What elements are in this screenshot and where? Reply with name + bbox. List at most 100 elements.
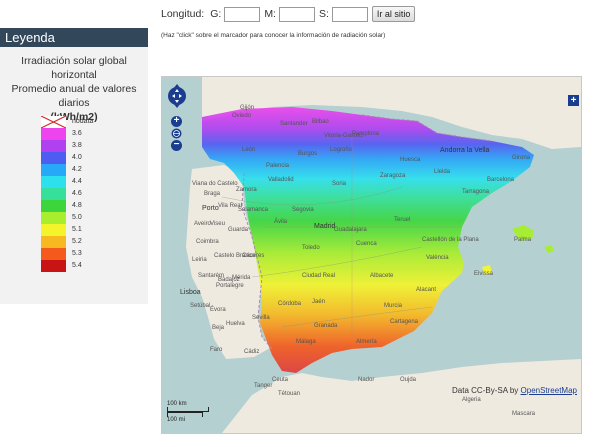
- city-label: Ávila: [274, 219, 288, 225]
- city-label: Palma: [514, 237, 532, 243]
- legend-description-line3: diarios: [58, 97, 90, 109]
- legend-row: 5.0: [41, 212, 93, 224]
- city-label: Albacete: [370, 273, 394, 279]
- legend-swatch: [41, 140, 66, 152]
- zoom-world-icon[interactable]: [171, 128, 182, 139]
- city-label: Eivissa: [474, 271, 494, 277]
- city-label: Setúbal: [190, 303, 211, 309]
- legend-swatch: [41, 152, 66, 164]
- city-label: Ciudad Real: [302, 273, 336, 279]
- city-label: Guarda: [228, 227, 249, 233]
- openstreetmap-link[interactable]: OpenStreetMap: [521, 386, 577, 395]
- city-label: Zamora: [236, 187, 257, 193]
- legend-row: 5.4: [41, 260, 93, 272]
- map-scale-bar: 100 km 100 mi: [167, 401, 209, 423]
- legend-swatch: [41, 176, 66, 188]
- legend-value-label: 3.8: [72, 142, 82, 149]
- city-label: Cartagena: [390, 319, 419, 325]
- city-label: Oviedo: [232, 113, 252, 119]
- nodata-cross-icon: [41, 116, 66, 128]
- city-label: Segovia: [292, 207, 314, 213]
- legend-value-label: 4.2: [72, 166, 82, 173]
- legend-row: 5.2: [41, 236, 93, 248]
- city-label: Viana do Castelo: [192, 181, 238, 187]
- scale-mi-label: 100 mi: [167, 417, 186, 423]
- legend-row: 5.3: [41, 248, 93, 260]
- city-label: Sevilla: [252, 315, 270, 321]
- city-label: Tétouan: [278, 391, 301, 397]
- city-label: Andorra la Vella: [440, 147, 490, 154]
- legend-value-label: 5.1: [72, 226, 82, 233]
- seconds-label: S:: [318, 8, 329, 20]
- city-label: Ceuta: [272, 377, 289, 383]
- legend-value-label: 5.3: [72, 250, 82, 257]
- city-label: Almería: [356, 339, 377, 345]
- solar-irradiation-map[interactable]: Santander Bilbao Vitoria-Gasteiz Oviedo Gijó…: [161, 76, 582, 434]
- city-label: Huelva: [226, 321, 245, 327]
- marker-hint: (Haz "click" sobre el marcador para cono…: [161, 32, 386, 39]
- city-label: Guadalajara: [334, 227, 367, 233]
- city-label: Leiria: [192, 257, 207, 263]
- legend-swatch: [41, 224, 66, 236]
- map-attribution: Data CC-By-SA by OpenStreetMap: [452, 386, 577, 395]
- north-africa-landmass: [222, 359, 581, 433]
- layer-switcher-button[interactable]: +: [568, 95, 579, 106]
- city-label: Oujda: [400, 377, 417, 383]
- city-label: Tarragona: [462, 189, 490, 195]
- legend-row: 4.0: [41, 152, 93, 164]
- legend-swatch: [41, 200, 66, 212]
- coordinate-form: Longitud: G: M: S: Ir al sitio: [161, 5, 416, 23]
- city-label: Tanger: [254, 383, 273, 389]
- nodata-swatch: [41, 116, 66, 128]
- city-label: Castellón de la Plana: [422, 237, 479, 243]
- legend-swatch: [41, 236, 66, 248]
- city-label: Alacant: [416, 287, 437, 293]
- legend-row: 3.8: [41, 140, 93, 152]
- city-label: Toledo: [302, 245, 320, 251]
- legend-value-label: 5.4: [72, 262, 82, 269]
- city-label: Santander: [280, 121, 308, 127]
- zoom-out-button[interactable]: −: [171, 140, 182, 151]
- city-label: Cuenca: [356, 241, 377, 247]
- legend-swatch: [41, 128, 66, 140]
- legend-panel: Leyenda Irradiación solar global horizon…: [0, 28, 148, 304]
- city-label: Lleida: [434, 169, 451, 175]
- city-label: Pamplona: [352, 131, 380, 137]
- city-label: Teruel: [394, 217, 411, 223]
- city-label: Lisboa: [180, 289, 201, 296]
- legend-swatch: [41, 188, 66, 200]
- city-label: Huesca: [400, 157, 421, 163]
- city-label: Palencia: [266, 163, 290, 169]
- legend-description-line1: Irradiación solar global horizontal: [21, 55, 127, 81]
- city-label: Algeria: [462, 397, 481, 403]
- attribution-text: Data CC-By-SA by: [452, 386, 519, 395]
- city-label: Bilbao: [312, 119, 329, 125]
- legend-value-label: 4.8: [72, 202, 82, 209]
- legend-swatch: [41, 260, 66, 272]
- city-label: València: [426, 255, 449, 261]
- city-label: Gijón: [240, 105, 255, 111]
- legend-swatch: [41, 164, 66, 176]
- legend-row: 4.4: [41, 176, 93, 188]
- city-label: Porto: [202, 205, 219, 212]
- city-label: Cádiz: [244, 349, 260, 355]
- degrees-input[interactable]: [224, 6, 261, 22]
- pan-control[interactable]: [167, 82, 187, 116]
- go-to-site-button[interactable]: Ir al sitio: [371, 6, 416, 22]
- minutes-input[interactable]: [278, 6, 315, 22]
- zoom-in-button[interactable]: +: [171, 116, 182, 127]
- legend-row-nodata: nodata: [41, 116, 93, 128]
- city-label: Logroño: [330, 147, 353, 153]
- legend-description: Irradiación solar global horizontal Prom…: [0, 54, 148, 110]
- legend-value-label: 5.0: [72, 214, 82, 221]
- degrees-label: G:: [210, 8, 222, 20]
- city-label: Jaén: [312, 299, 326, 305]
- city-label: Barcelona: [487, 177, 515, 183]
- city-label: Évora: [210, 307, 226, 313]
- city-label: Viseu: [210, 221, 225, 227]
- nodata-label: nodata: [72, 118, 94, 125]
- city-label: Nador: [358, 377, 375, 383]
- seconds-input[interactable]: [331, 6, 368, 22]
- menorca-overlay: [544, 245, 554, 253]
- city-label: Girona: [512, 155, 531, 161]
